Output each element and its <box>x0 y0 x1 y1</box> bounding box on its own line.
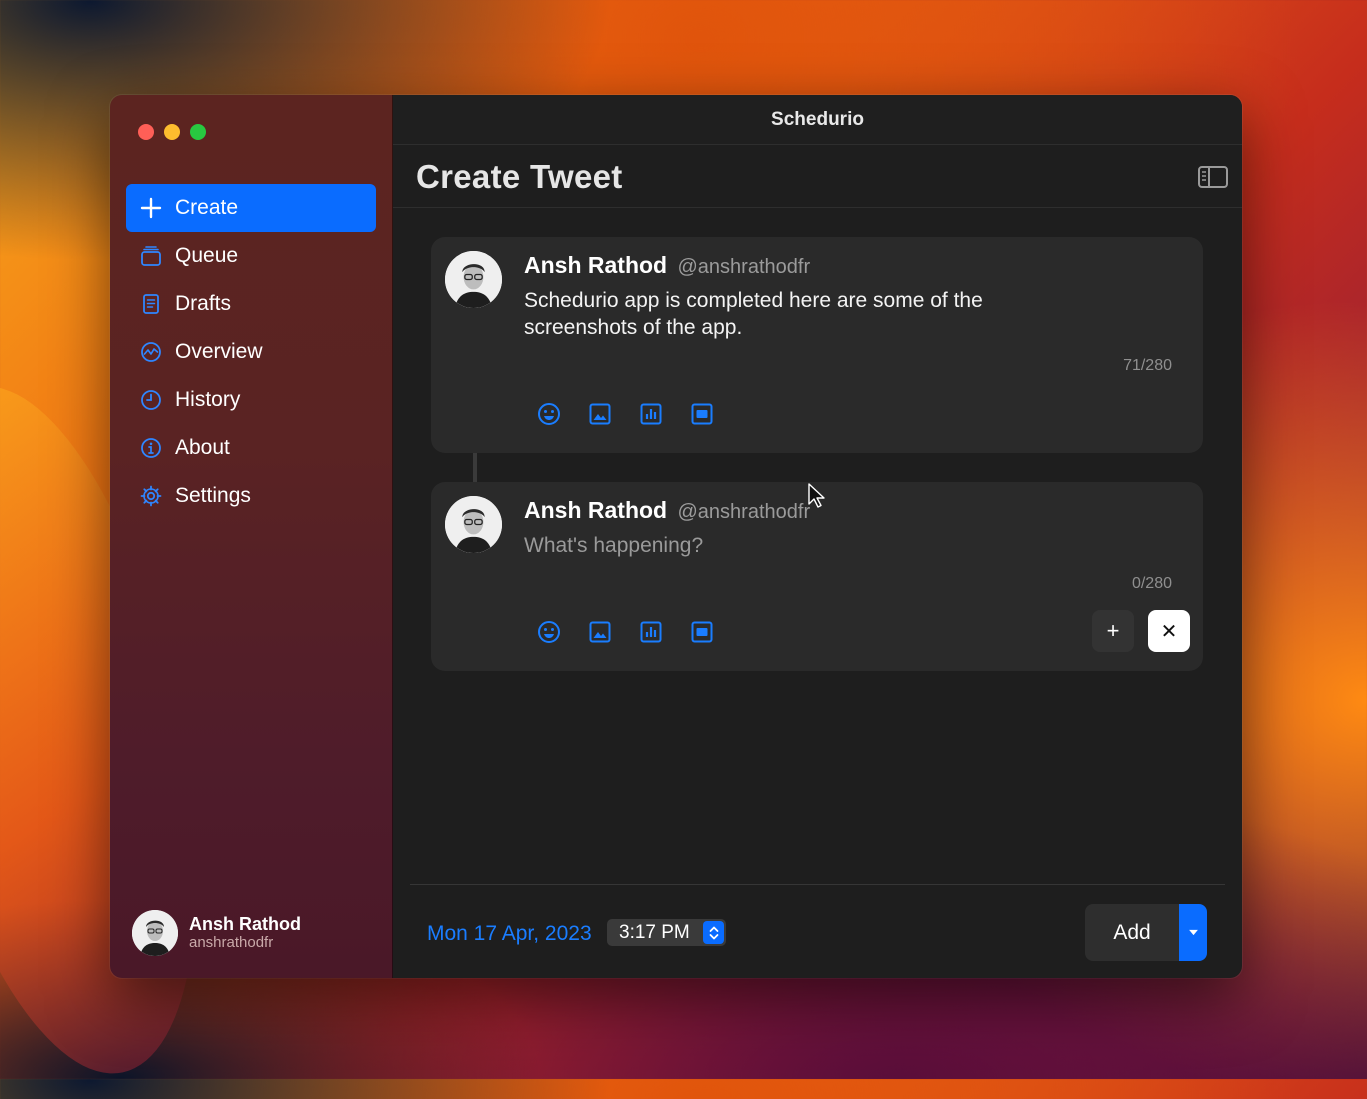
minimize-window-button[interactable] <box>164 124 180 140</box>
sidebar-item-queue[interactable]: Queue <box>126 232 376 280</box>
sidebar-item-label: About <box>175 436 230 459</box>
user-handle: anshrathodfr <box>189 934 274 951</box>
window-title: Schedurio <box>393 95 1242 145</box>
remove-tweet-button[interactable]: ✕ <box>1148 610 1190 652</box>
thread-connector <box>473 453 477 482</box>
chevron-up-down-icon <box>709 926 718 939</box>
add-button-group: Add <box>1085 904 1207 961</box>
sidebar-item-label: History <box>175 388 241 411</box>
time-value: 3:17 PM <box>619 921 690 943</box>
sidebar-item-overview[interactable]: Overview <box>126 328 376 376</box>
add-tweet-button[interactable]: + <box>1092 610 1134 652</box>
character-counter: 0/280 <box>1131 575 1172 592</box>
time-picker[interactable]: 3:17 PM <box>607 919 726 946</box>
sidebar-item-create[interactable]: Create <box>126 184 376 232</box>
sidebar-item-history[interactable]: History <box>126 376 376 424</box>
time-stepper[interactable] <box>703 921 724 944</box>
emoji-icon[interactable] <box>537 402 561 426</box>
sidebar-item-settings[interactable]: Settings <box>126 472 376 520</box>
gif-icon[interactable] <box>690 402 714 426</box>
image-icon[interactable] <box>588 402 612 426</box>
user-name: Ansh Rathod <box>189 914 301 934</box>
window-controls <box>138 124 206 140</box>
author-name: Ansh Rathod <box>524 252 668 278</box>
add-button[interactable]: Add <box>1085 904 1179 961</box>
current-user[interactable]: Ansh Rathod anshrathodfr <box>132 910 301 956</box>
page-header: Create Tweet <box>393 145 1242 208</box>
sidebar-item-label: Drafts <box>175 292 232 315</box>
tweet-toolbar <box>537 402 714 426</box>
chart-wave-icon <box>140 341 162 363</box>
mouse-cursor-icon <box>808 483 825 508</box>
sidebar-item-label: Queue <box>175 244 239 267</box>
author-handle: @anshrathodfr <box>677 256 811 278</box>
sidebar-item-label: Overview <box>175 340 263 363</box>
sidebar-toggle-icon[interactable] <box>1198 166 1228 188</box>
tweet-card: Ansh Rathod @anshrathodfr Schedurio app … <box>431 237 1203 453</box>
sidebar-item-about[interactable]: About <box>126 424 376 472</box>
divider <box>410 884 1225 885</box>
tweet-author: Ansh Rathod @anshrathodfr <box>524 252 810 279</box>
chevron-down-icon <box>1188 929 1198 936</box>
author-handle: @anshrathodfr <box>677 501 811 523</box>
tweet-actions: + ✕ <box>1092 610 1190 652</box>
info-icon <box>140 437 162 459</box>
schedule-date[interactable]: Mon 17 Apr, 2023 <box>427 922 592 946</box>
close-window-button[interactable] <box>138 124 154 140</box>
sidebar-nav: Create Queue Drafts Overview History Abo… <box>126 184 376 520</box>
sidebar-item-label: Settings <box>175 484 251 507</box>
sidebar: Create Queue Drafts Overview History Abo… <box>110 95 393 978</box>
gear-icon <box>140 485 162 507</box>
image-icon[interactable] <box>588 620 612 644</box>
main-content: Schedurio Create Tweet Ansh Rathod @ansh… <box>393 95 1242 978</box>
tweet-text-input[interactable]: What's happening? <box>524 532 1084 559</box>
page-title: Create Tweet <box>416 158 623 195</box>
add-options-button[interactable] <box>1179 904 1207 961</box>
stack-icon <box>140 245 162 267</box>
avatar <box>445 496 502 553</box>
gif-icon[interactable] <box>690 620 714 644</box>
avatar <box>132 910 178 956</box>
poll-icon[interactable] <box>639 402 663 426</box>
document-icon <box>140 293 162 315</box>
plus-icon <box>140 197 162 219</box>
tweet-author: Ansh Rathod @anshrathodfr <box>524 497 810 524</box>
tweet-text-input[interactable]: Schedurio app is completed here are some… <box>524 287 1084 341</box>
zoom-window-button[interactable] <box>190 124 206 140</box>
sidebar-item-label: Create <box>175 196 239 219</box>
sidebar-item-drafts[interactable]: Drafts <box>126 280 376 328</box>
character-counter: 71/280 <box>1123 357 1172 374</box>
author-name: Ansh Rathod <box>524 497 668 523</box>
app-window: Create Queue Drafts Overview History Abo… <box>110 95 1242 978</box>
tweet-card: Ansh Rathod @anshrathodfr What's happeni… <box>431 482 1203 671</box>
emoji-icon[interactable] <box>537 620 561 644</box>
poll-icon[interactable] <box>639 620 663 644</box>
clock-icon <box>140 389 162 411</box>
avatar <box>445 251 502 308</box>
tweet-toolbar <box>537 620 714 644</box>
